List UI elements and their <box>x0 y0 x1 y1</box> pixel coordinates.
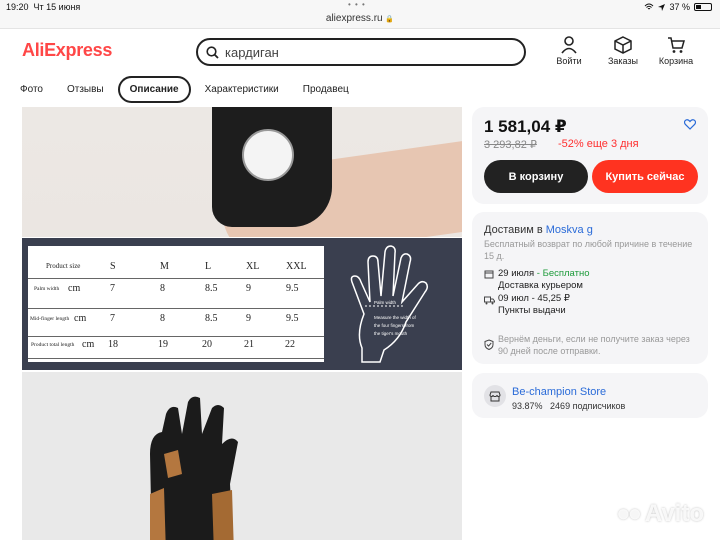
battery-icon <box>694 3 712 11</box>
size-cell: 9.5 <box>286 283 299 294</box>
tab-description[interactable]: Описание <box>117 76 191 103</box>
status-icons: 37 % <box>644 2 712 12</box>
glove-logo-emblem <box>242 129 294 181</box>
tab-seller[interactable]: Продавец <box>293 78 359 101</box>
orders-label: Заказы <box>607 56 639 66</box>
buy-now-button[interactable]: Купить сейчас <box>592 160 698 193</box>
shield-check-icon <box>484 339 494 350</box>
size-header-xl: XL <box>246 261 260 272</box>
size-header-s: S <box>110 261 116 272</box>
size-cell: 8.5 <box>205 283 218 294</box>
size-row-label: Product total length <box>31 342 75 348</box>
size-header-xxl: XXL <box>286 261 307 272</box>
size-row-unit: cm <box>74 313 87 324</box>
size-cell: 9.5 <box>286 313 299 324</box>
size-row-unit: cm <box>68 283 81 294</box>
store-name-link[interactable]: Be-champion Store <box>512 386 606 398</box>
url-bar[interactable]: aliexpress.ru 🔒 <box>0 13 720 29</box>
free-return-note: Бесплатный возврат по любой причине в те… <box>484 239 693 261</box>
heart-icon[interactable] <box>684 119 696 130</box>
size-row-unit: cm <box>82 339 95 350</box>
size-cell: 18 <box>108 339 118 350</box>
cart-label: Корзина <box>658 56 694 66</box>
aliexpress-logo[interactable]: AliExpress <box>22 40 112 61</box>
hand-label: Measure the width of <box>374 315 416 320</box>
old-price: 3 293,82 ₽ <box>484 139 537 151</box>
size-cell: 9 <box>246 313 251 324</box>
multitask-dots[interactable]: • • • <box>348 0 366 9</box>
cart-header-button[interactable]: Корзина <box>650 36 702 66</box>
delivery-title: Доставим в Moskva g <box>484 224 593 236</box>
avito-watermark: ●● Avito <box>616 500 704 527</box>
hand-label: the tiger's mouth <box>374 331 408 336</box>
size-row-label: Mid-finger length <box>30 316 70 322</box>
size-header-label: Product size <box>46 262 81 270</box>
pickup-line: 09 июл - 45,25 ₽ <box>498 293 570 304</box>
site-header: AliExpress Войти Заказы Корзина <box>0 30 720 74</box>
search-box[interactable] <box>196 38 526 66</box>
url-text: aliexpress.ru <box>325 13 383 24</box>
size-cell: 9 <box>246 283 251 294</box>
store-stats: 93.87% 2469 подписчиков <box>512 401 625 411</box>
calendar-icon <box>484 270 494 279</box>
delivery-card: Доставим в Moskva g Бесплатный возврат п… <box>472 212 708 364</box>
delivery-city-link[interactable]: Moskva g <box>546 224 593 236</box>
add-to-cart-button[interactable]: В корзину <box>484 160 588 193</box>
price-card: 1 581,04 ₽ 3 293,82 ₽ -52% еще 3 дня В к… <box>472 107 708 204</box>
glove-fingers-photo <box>150 396 238 540</box>
search-input[interactable] <box>225 44 505 60</box>
size-cell: 8.5 <box>205 313 218 324</box>
avito-dots-icon: ●● <box>616 500 642 527</box>
size-cell: 22 <box>285 339 295 350</box>
login-button[interactable]: Войти <box>543 36 595 66</box>
size-header-l: L <box>205 261 212 272</box>
tab-reviews[interactable]: Отзывы <box>57 78 114 101</box>
location-icon <box>658 3 666 11</box>
search-icon <box>206 45 219 59</box>
truck-icon <box>484 296 495 305</box>
wifi-icon <box>645 3 654 10</box>
courier-label: Доставка курьером <box>498 280 583 291</box>
size-chart-image: Product size S M L XL XXL Palm width cm … <box>22 238 462 370</box>
size-row-label: Palm width <box>34 286 60 292</box>
courier-delivery-line: 29 июля - Бесплатно <box>498 268 590 279</box>
status-time: 19:20 Чт 15 июня <box>6 2 81 12</box>
user-icon <box>561 36 577 54</box>
size-header-m: M <box>160 261 169 272</box>
size-cell: 7 <box>110 313 115 324</box>
lock-icon: 🔒 <box>385 16 395 23</box>
money-back-guarantee: Вернём деньги, если не получите заказ че… <box>498 334 690 356</box>
size-cell: 8 <box>160 283 165 294</box>
cart-icon <box>668 37 685 53</box>
size-cell: 19 <box>158 339 168 350</box>
discount-badge: -52% еще 3 дня <box>558 138 639 150</box>
size-table: Product size S M L XL XXL Palm width cm … <box>28 246 324 362</box>
store-rating: 93.87% <box>512 401 543 411</box>
free-delivery-label: Бесплатно <box>542 268 590 279</box>
product-image-glove-wrist <box>22 107 462 237</box>
tab-specifications[interactable]: Характеристики <box>195 78 289 101</box>
store-subscribers: 2469 подписчиков <box>550 401 626 411</box>
battery-percent: 37 % <box>669 2 690 12</box>
size-cell: 8 <box>160 313 165 324</box>
size-cell: 20 <box>202 339 212 350</box>
store-icon <box>484 385 506 407</box>
login-label: Войти <box>556 56 582 66</box>
product-tabs: Фото Отзывы Описание Характеристики Прод… <box>10 76 359 103</box>
hand-label: Palm width <box>374 300 397 305</box>
store-card[interactable]: Be-champion Store 93.87% 2469 подписчико… <box>472 373 708 418</box>
tab-photo[interactable]: Фото <box>10 78 53 101</box>
product-image-glove-fingers <box>22 372 462 540</box>
pickup-label: Пункты выдачи <box>498 305 566 316</box>
current-price: 1 581,04 ₽ <box>484 117 567 136</box>
size-cell: 21 <box>244 339 254 350</box>
hand-label: the four fingers from <box>374 323 415 328</box>
status-bar: 19:20 Чт 15 июня • • • 37 % <box>0 0 720 14</box>
size-cell: 7 <box>110 283 115 294</box>
orders-button[interactable]: Заказы <box>597 36 649 66</box>
box-icon <box>614 36 632 54</box>
